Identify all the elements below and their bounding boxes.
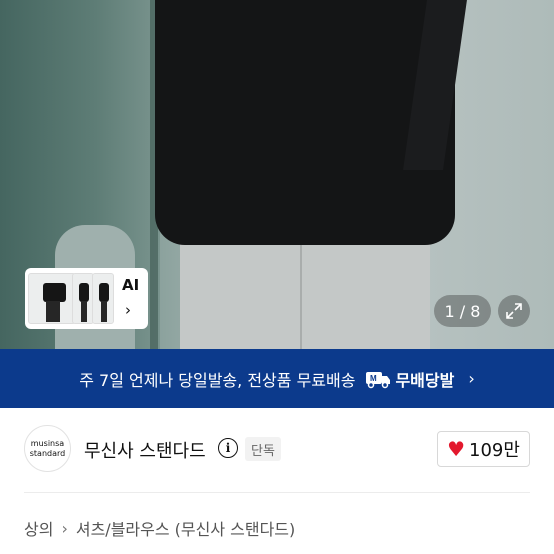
shipping-banner-text: 주 7일 언제나 당일발송, 전상품 무료배송 (79, 370, 356, 390)
chevron-right-icon: › (125, 301, 131, 319)
pants-fold (300, 230, 302, 349)
delivery-truck-icon: M (366, 371, 391, 388)
free-delivery-label: 무배당발 (395, 370, 455, 390)
brand-row: musinsa standard 무신사 스탠다드 i 단독 ♥ 109만 (0, 408, 554, 494)
expand-button[interactable] (498, 295, 530, 327)
free-delivery-badge: M 무배당발 (365, 367, 454, 391)
breadcrumb-category[interactable]: 상의 (24, 516, 53, 540)
divider (24, 492, 530, 493)
image-counter: 1 / 8 (434, 295, 491, 327)
svg-text:M: M (370, 374, 377, 383)
ai-fitting-button[interactable]: AI › (25, 268, 148, 329)
expand-icon (506, 303, 522, 319)
brand-logo-line2: standard (29, 448, 66, 458)
info-icon[interactable]: i (218, 438, 238, 458)
chevron-right-icon: › (468, 369, 475, 388)
ai-thumbnail (72, 273, 94, 324)
brand-logo[interactable]: musinsa standard (24, 425, 71, 472)
breadcrumb-subcategory[interactable]: 셔츠/블라우스 (무신사 스탠다드) (76, 516, 295, 540)
ai-thumbnail (28, 273, 76, 324)
like-count: 109만 (469, 440, 520, 461)
heart-icon: ♥ (447, 437, 465, 461)
product-image-gallery[interactable]: AI › 1 / 8 (0, 0, 554, 349)
ai-thumbnails (28, 271, 116, 326)
shipping-banner[interactable]: 주 7일 언제나 당일발송, 전상품 무료배송 M 무배당발 › (0, 349, 554, 408)
like-button[interactable]: ♥ 109만 (437, 431, 530, 467)
ai-label: AI (122, 276, 140, 294)
brand-logo-line1: musinsa (30, 438, 65, 448)
breadcrumb: 상의 › 셔츠/블라우스 (무신사 스탠다드) (24, 516, 295, 540)
brand-name[interactable]: 무신사 스탠다드 (84, 437, 206, 463)
chevron-right-icon: › (61, 518, 68, 538)
ai-thumbnail (92, 273, 114, 324)
exclusive-badge: 단독 (245, 437, 281, 461)
